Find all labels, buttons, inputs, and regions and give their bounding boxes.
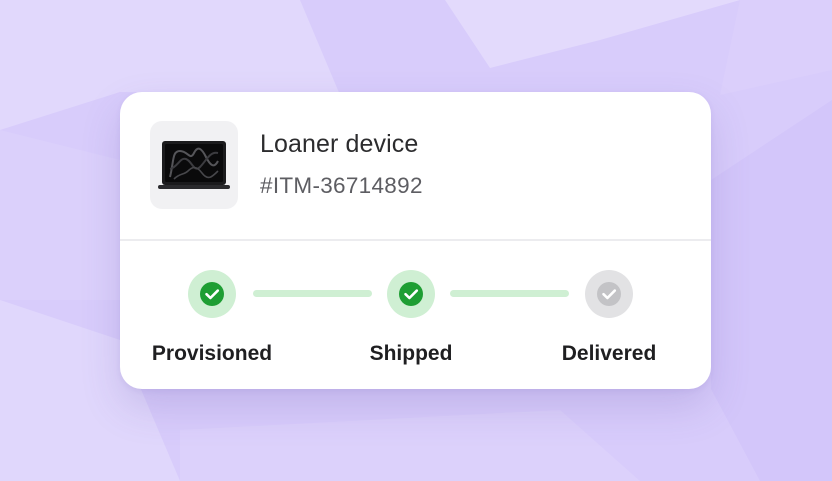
divider (120, 239, 711, 241)
step-shipped-indicator (387, 270, 435, 318)
item-status-card: Loaner device #ITM-36714892 Provisioned … (120, 92, 711, 389)
step-label-provisioned: Provisioned (151, 342, 273, 365)
item-title: Loaner device (260, 130, 419, 158)
step-label-delivered: Delivered (561, 342, 657, 365)
item-thumbnail (150, 121, 238, 209)
step-delivered-indicator (585, 270, 633, 318)
step-label-shipped: Shipped (369, 342, 453, 365)
check-icon (602, 289, 617, 300)
check-icon (205, 289, 220, 300)
item-header: Loaner device #ITM-36714892 (120, 92, 711, 240)
step-connector (253, 290, 372, 297)
item-id: #ITM-36714892 (260, 173, 423, 198)
step-provisioned-indicator (188, 270, 236, 318)
step-connector (450, 290, 569, 297)
laptop-icon (158, 141, 230, 189)
check-icon (404, 289, 419, 300)
